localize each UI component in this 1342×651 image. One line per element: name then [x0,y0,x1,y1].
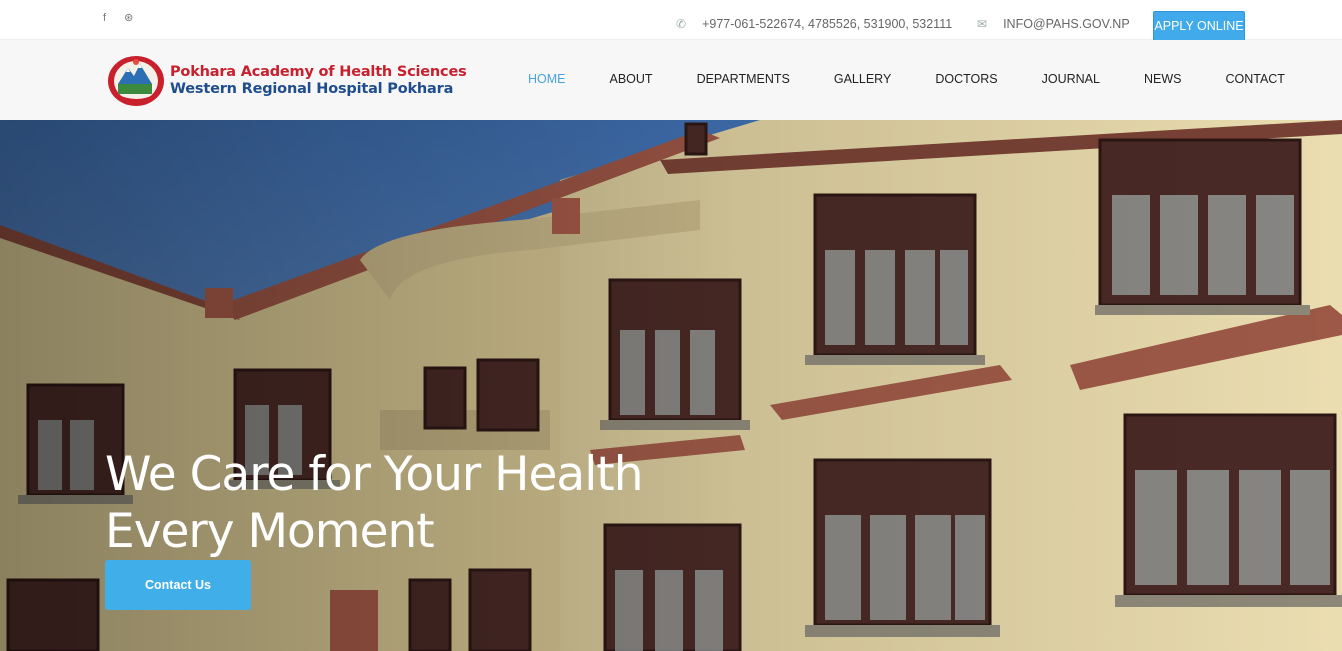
dribbble-icon[interactable]: ⊛ [124,11,133,25]
nav-about[interactable]: ABOUT [610,72,653,86]
hero-title-line2: Every Moment [105,504,435,559]
phone-info: ✆ +977-061-522674, 4785526, 531900, 5321… [676,17,952,31]
hero-title-line1: We Care for Your Health [105,447,644,502]
nav-gallery[interactable]: GALLERY [834,72,891,86]
envelope-icon: ✉ [977,17,988,31]
nav-departments[interactable]: DEPARTMENTS [697,72,790,86]
nav-contact[interactable]: CONTACT [1225,72,1285,86]
apply-online-button[interactable]: APPLY ONLINE [1153,11,1245,41]
phone-icon: ✆ [676,17,687,31]
main-nav: HOME ABOUT DEPARTMENTS GALLERY DOCTORS J… [528,72,1285,86]
nav-news[interactable]: NEWS [1144,72,1182,86]
logo-subtitle: Western Regional Hospital Pokhara [170,80,454,97]
email-info: ✉ INFO@PAHS.GOV.NP [977,17,1130,31]
nepal-emblem-icon [106,54,164,106]
phone-text: +977-061-522674, 4785526, 531900, 532111 [702,17,953,31]
top-bar: f ⊛ ✆ +977-061-522674, 4785526, 531900, … [0,0,1342,41]
nav-home[interactable]: HOME [528,72,566,86]
social-links: f ⊛ [103,11,133,25]
contact-us-button[interactable]: Contact Us [105,560,251,610]
nav-journal[interactable]: JOURNAL [1042,72,1100,86]
nav-doctors[interactable]: DOCTORS [935,72,997,86]
hero-banner: We Care for Your Health Every Moment Con… [0,120,1342,651]
site-header: Pokhara Academy of Health Sciences Weste… [0,40,1342,120]
site-logo[interactable]: Pokhara Academy of Health Sciences Weste… [106,54,467,106]
hero-title: We Care for Your Health Every Moment [105,446,644,560]
facebook-icon[interactable]: f [103,11,106,25]
logo-title: Pokhara Academy of Health Sciences [170,63,467,80]
email-text[interactable]: INFO@PAHS.GOV.NP [1003,17,1130,31]
